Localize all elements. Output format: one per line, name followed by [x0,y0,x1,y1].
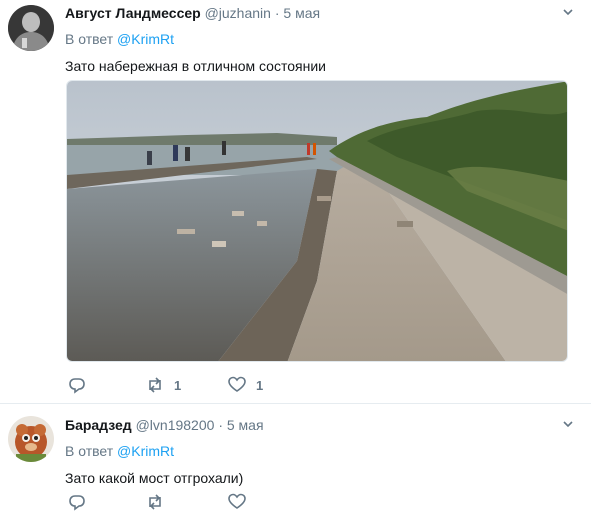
tweet-photo[interactable] [66,80,568,362]
retweet-count: 1 [174,377,182,393]
separator-dot: · [218,417,223,433]
tweet-content: Август Ландмессер @juzhanin · 5 мая В от… [65,4,575,76]
reply-context: В ответ @KrimRt [65,442,575,460]
separator-dot: · [274,5,280,21]
heart-icon [228,376,246,392]
timestamp[interactable]: 5 мая [283,5,320,21]
tweet[interactable]: Барадзед @lvn198200 · 5 мая В ответ @Kri… [0,404,591,515]
tweet-content: Барадзед @lvn198200 · 5 мая В ответ @Kri… [65,416,575,488]
reply-button[interactable] [68,375,86,395]
reply-mention-link[interactable]: @KrimRt [117,31,174,47]
author-handle[interactable]: @lvn198200 [136,417,215,433]
author-name[interactable]: Август Ландмессер [65,5,201,21]
tweet-text: Зато набережная в отличном состоянии [65,58,326,74]
like-button[interactable]: 1 [228,375,263,395]
tweet-text: Зато какой мост отгрохали) [65,470,244,486]
reply-button[interactable] [68,492,86,512]
timestamp[interactable]: 5 мая [227,417,264,433]
tweet[interactable]: Август Ландмессер @juzhanin · 5 мая В от… [0,0,591,404]
reply-prefix: В ответ [65,31,114,47]
avatar[interactable] [8,5,54,51]
retweet-button[interactable]: 1 [146,375,181,395]
heart-icon [228,493,246,509]
reply-prefix: В ответ [65,443,114,459]
reply-icon [69,495,85,511]
retweet-button[interactable] [146,492,174,512]
chevron-down-icon[interactable] [561,418,575,432]
like-button[interactable] [228,492,256,512]
reply-icon [69,378,85,394]
reply-mention-link[interactable]: @KrimRt [117,443,174,459]
retweet-icon [149,377,161,393]
reply-context: В ответ @KrimRt [65,30,575,48]
tweet-header: Барадзед @lvn198200 · 5 мая [65,416,575,434]
tweet-header: Август Ландмессер @juzhanin · 5 мая [65,4,575,22]
chevron-down-icon[interactable] [561,6,575,20]
like-count: 1 [256,377,264,393]
author-name[interactable]: Барадзед [65,417,132,433]
retweet-icon [149,494,161,510]
author-handle[interactable]: @juzhanin [205,5,271,21]
avatar[interactable] [8,416,54,462]
